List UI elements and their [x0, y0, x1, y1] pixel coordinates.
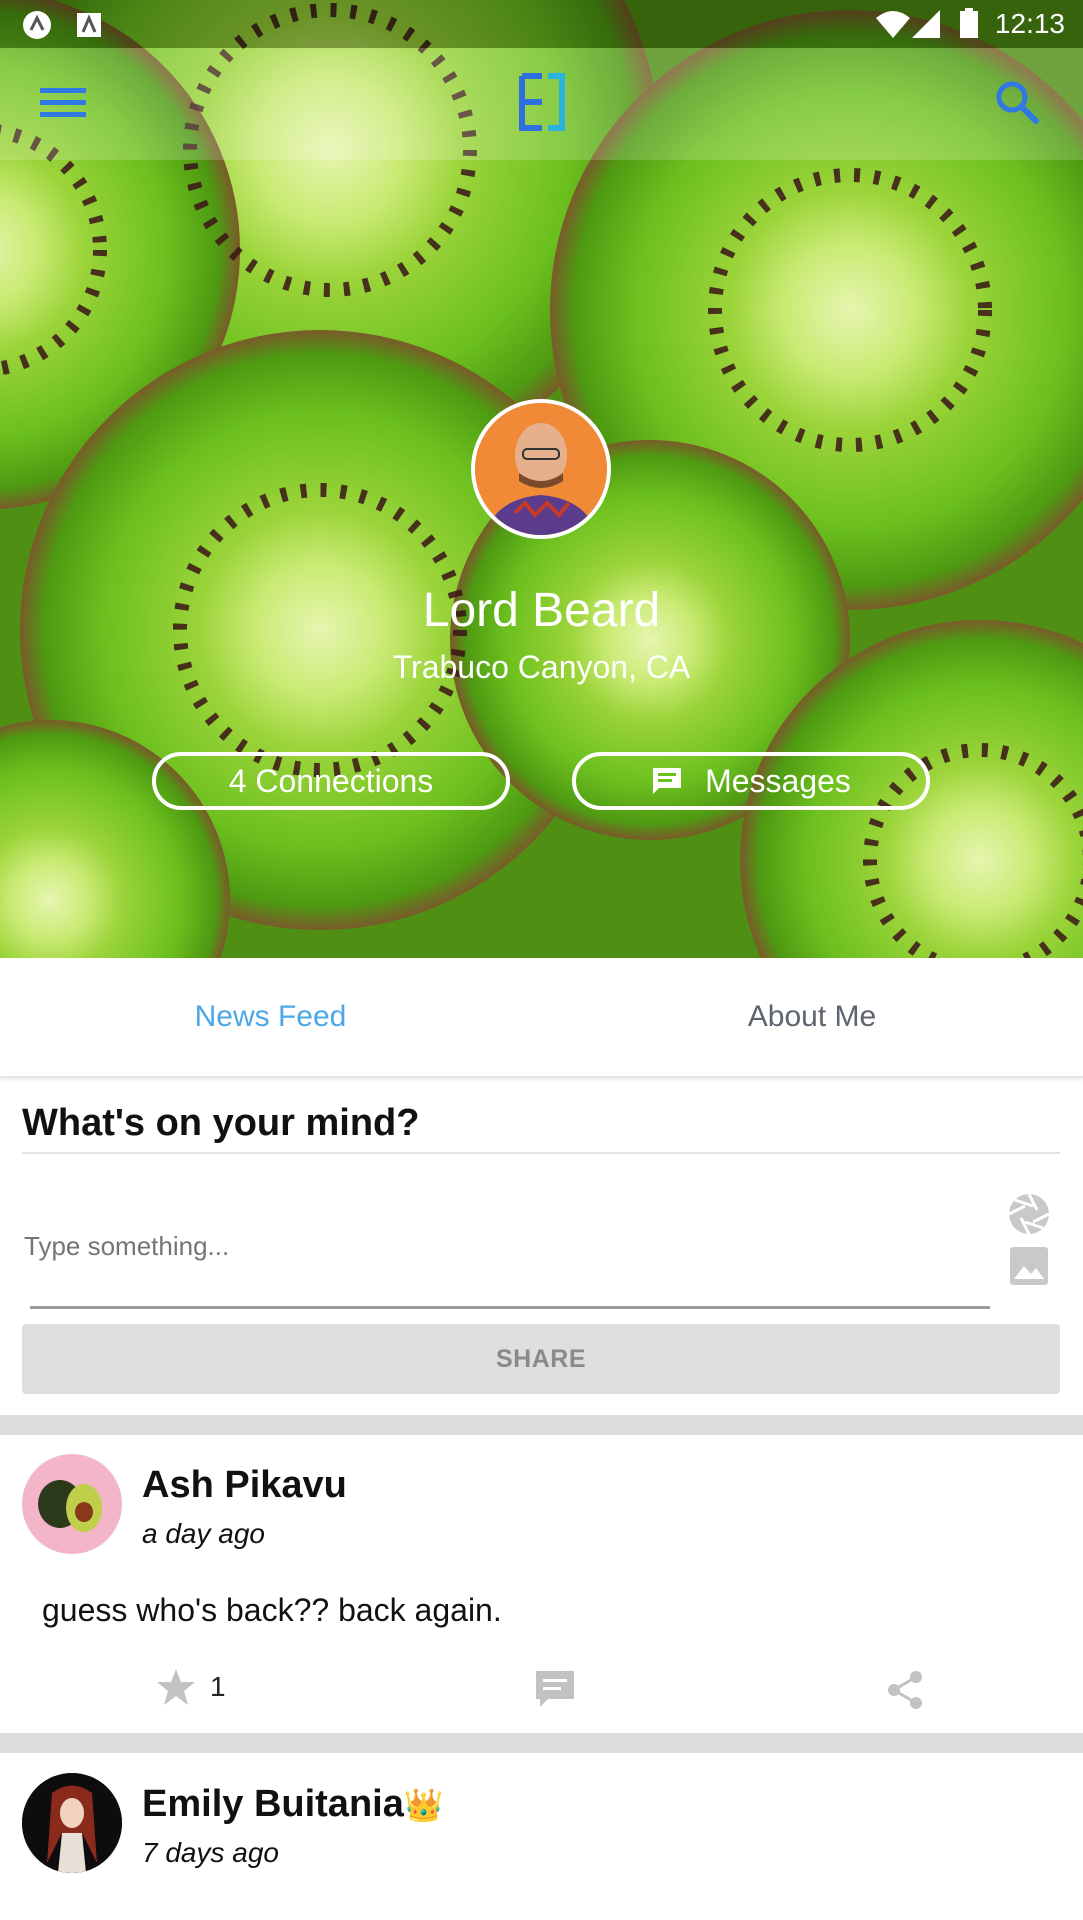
clock: 12:13 [994, 8, 1065, 39]
share-icon[interactable] [886, 1670, 924, 1710]
signal-icon [912, 10, 940, 38]
star-count: 1 [210, 1671, 226, 1702]
composer-title: What's on your mind? [22, 1102, 420, 1144]
comment-icon[interactable] [534, 1669, 576, 1709]
avatar[interactable] [22, 1773, 122, 1873]
input-underline [30, 1306, 990, 1309]
camera-aperture-icon[interactable] [1007, 1192, 1051, 1236]
feed-separator [0, 1733, 1083, 1753]
tab-news-feed-label: News Feed [194, 1000, 347, 1033]
hamburger-menu-icon[interactable] [40, 86, 88, 120]
post-time: a day ago [142, 1518, 265, 1549]
profile-name: Lord Beard [422, 584, 661, 637]
profile-avatar[interactable] [471, 399, 611, 539]
composer-divider [22, 1152, 1060, 1154]
message-icon [653, 768, 682, 794]
profile-location: Trabuco Canyon, CA [392, 649, 691, 685]
tab-about-me-label: About Me [747, 1000, 877, 1033]
avocado-avatar-image [38, 1480, 102, 1532]
notification-icon [23, 11, 51, 39]
feed-separator [0, 1415, 1083, 1435]
app-logo-icon [519, 73, 565, 131]
connections-label: 4 Connections [228, 762, 434, 799]
tab-about-me[interactable]: About Me [541, 958, 1083, 1076]
anime-avatar-image [22, 1773, 122, 1873]
app-bar [0, 48, 1083, 160]
profile-photo [475, 403, 607, 535]
messages-label: Messages [705, 762, 851, 799]
star-icon [157, 1669, 195, 1705]
search-icon[interactable] [993, 78, 1041, 126]
profile-tabs: News Feed About Me [0, 958, 1083, 1078]
battery-icon [960, 8, 978, 38]
crown-badge: 👑 [403, 1787, 444, 1823]
share-label: SHARE [495, 1344, 586, 1373]
messages-button[interactable]: Messages [572, 752, 930, 810]
image-icon[interactable] [1009, 1246, 1049, 1286]
app-notification-icon [77, 13, 101, 37]
star-button[interactable]: 1 [156, 1668, 226, 1706]
post-author[interactable]: Ash Pikavu [142, 1464, 347, 1507]
share-button[interactable]: SHARE [22, 1324, 1060, 1394]
post-author[interactable]: Emily Buitania👑 [142, 1783, 444, 1826]
status-bar: 12:13 [0, 0, 1083, 48]
post-input[interactable] [22, 1220, 986, 1272]
connections-button[interactable]: 4 Connections [152, 752, 510, 810]
post-time: 7 days ago [142, 1837, 279, 1868]
post-body: guess who's back?? back again. [42, 1592, 502, 1628]
avatar[interactable] [22, 1454, 122, 1554]
tab-news-feed[interactable]: News Feed [0, 958, 541, 1076]
post-author-name: Emily Buitania [142, 1783, 404, 1825]
wifi-icon [876, 11, 910, 38]
